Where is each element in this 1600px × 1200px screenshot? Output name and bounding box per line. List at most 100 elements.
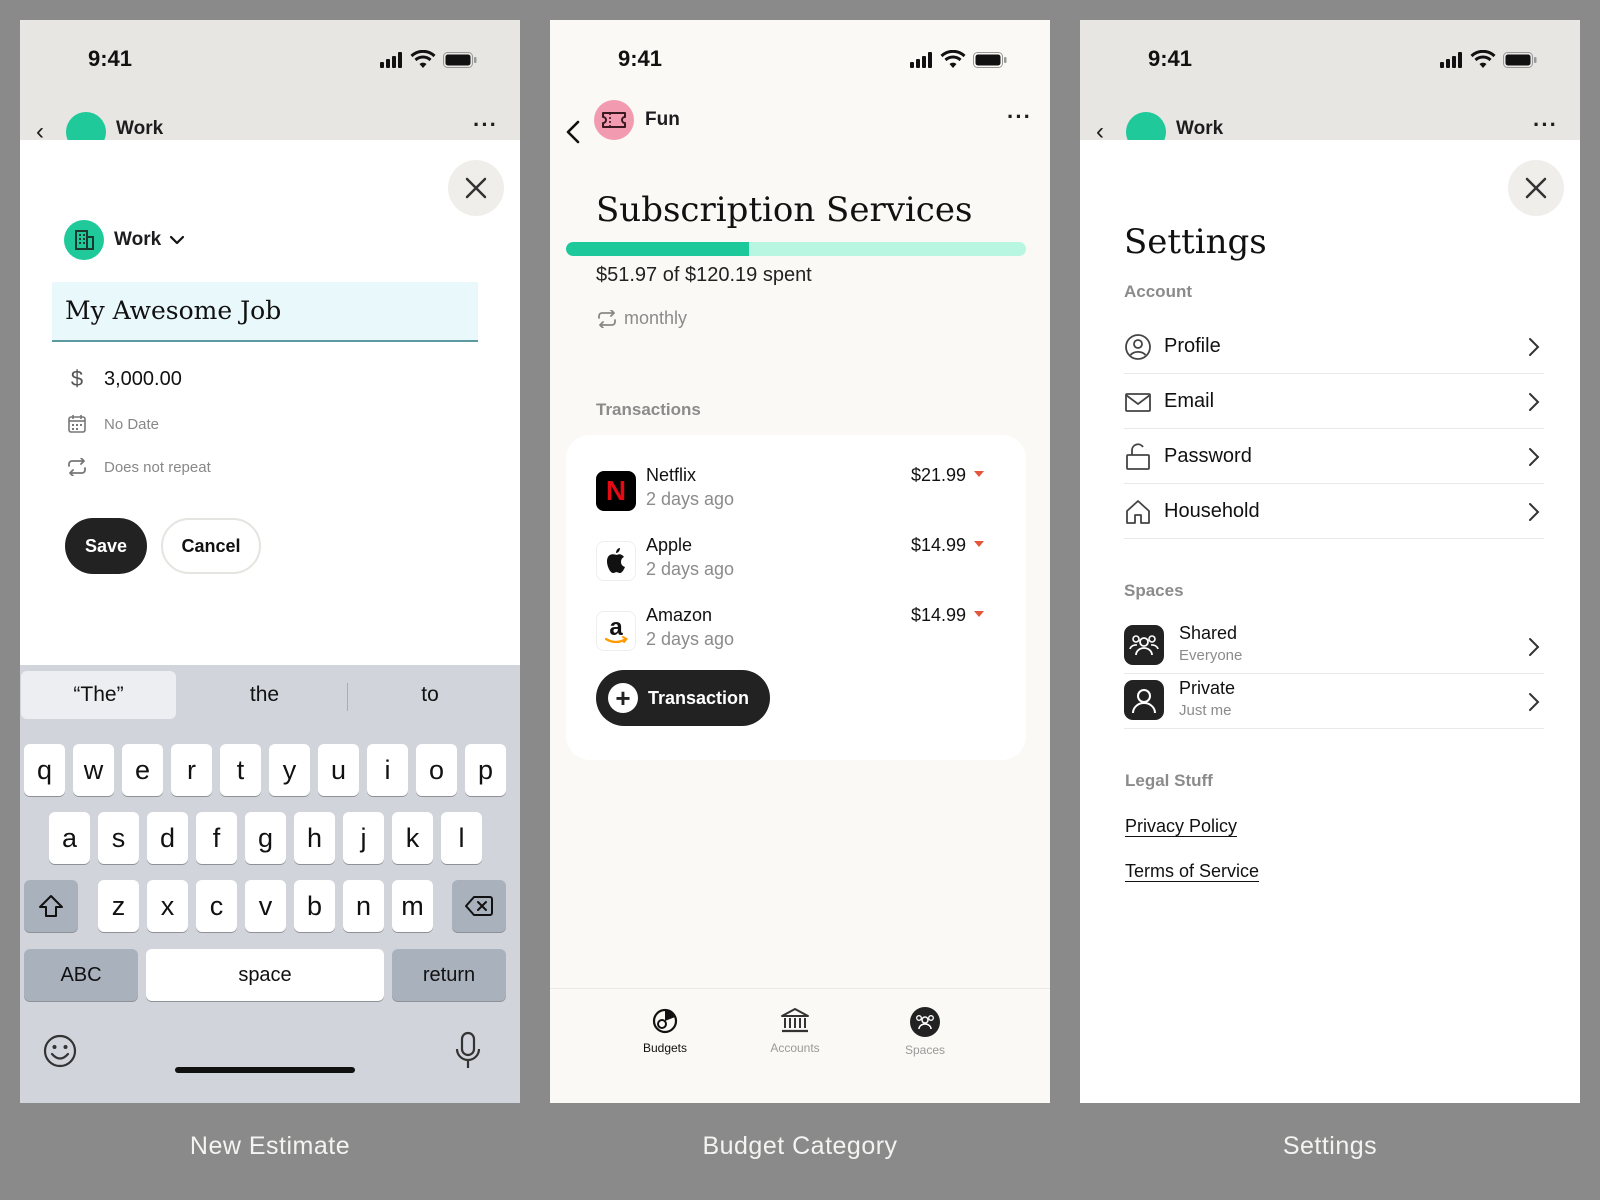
letter-key[interactable]: f [196, 812, 237, 864]
letter-key[interactable]: i [367, 744, 408, 796]
suggestion-1[interactable]: “The” [21, 671, 176, 719]
letter-key[interactable]: b [294, 880, 335, 932]
letter-key[interactable]: d [147, 812, 188, 864]
letter-key[interactable]: e [122, 744, 163, 796]
letter-key[interactable]: z [98, 880, 139, 932]
transaction-name: Amazon [646, 605, 713, 625]
space-key[interactable]: space [146, 949, 384, 1001]
letter-key[interactable]: w [73, 744, 114, 796]
space-item-label: Shared [1179, 623, 1238, 643]
user-circle-icon [1125, 334, 1151, 360]
space-item-private[interactable]: Private Just me [1124, 674, 1544, 729]
letter-key[interactable]: p [465, 744, 506, 796]
cellular-signal-icon [1440, 52, 1464, 68]
more-icon[interactable]: ··· [473, 112, 498, 138]
transaction-row[interactable]: Apple 2 days ago $14.99 [596, 535, 996, 601]
chevron-right-icon [1529, 448, 1540, 466]
letter-key[interactable]: a [49, 812, 90, 864]
letter-key[interactable]: v [245, 880, 286, 932]
return-key[interactable]: return [392, 949, 506, 1001]
space-item-shared[interactable]: Shared Everyone [1124, 619, 1544, 674]
letter-key[interactable]: u [318, 744, 359, 796]
tab-spaces[interactable]: Spaces [875, 1007, 975, 1057]
letter-key[interactable]: m [392, 880, 433, 932]
save-button[interactable]: Save [65, 518, 147, 574]
transaction-row[interactable]: a Amazon 2 days ago $14.99 [596, 605, 996, 671]
estimate-title-input[interactable]: My Awesome Job [52, 282, 478, 342]
amount-value: 3,000.00 [104, 367, 182, 390]
letter-key[interactable]: k [392, 812, 433, 864]
date-field[interactable]: No Date [64, 414, 159, 434]
frequency-row: monthly [596, 308, 687, 329]
letter-key[interactable]: j [343, 812, 384, 864]
close-button[interactable] [448, 160, 504, 216]
settings-item-password[interactable]: Password [1124, 429, 1544, 484]
wifi-icon [1470, 50, 1496, 68]
back-chevron-icon[interactable]: ‹ [1096, 118, 1104, 140]
letter-key[interactable]: o [416, 744, 457, 796]
shift-icon [39, 895, 63, 917]
cellular-signal-icon [910, 52, 934, 68]
microphone-icon[interactable] [454, 1031, 482, 1071]
tab-budgets[interactable]: Budgets [615, 1007, 715, 1055]
tab-label: Spaces [904, 1043, 946, 1057]
back-chevron-icon[interactable]: ‹ [36, 118, 44, 140]
repeat-field[interactable]: Does not repeat [64, 458, 211, 476]
nav-bar: Fun ··· [550, 100, 1050, 160]
amount-field[interactable]: $ 3,000.00 [64, 366, 182, 392]
shift-key[interactable] [24, 880, 78, 932]
emoji-icon[interactable] [42, 1033, 78, 1069]
caption-budget-category: Budget Category [702, 1132, 898, 1160]
more-icon[interactable]: ··· [1533, 112, 1558, 138]
more-icon[interactable]: ··· [1007, 104, 1032, 130]
suggestion-3[interactable]: to [350, 671, 510, 719]
bank-icon [781, 1008, 809, 1033]
settings-item-profile[interactable]: Profile [1124, 319, 1544, 374]
abc-key[interactable]: ABC [24, 949, 138, 1001]
transaction-amount: $21.99 [910, 465, 966, 485]
privacy-policy-link[interactable]: Privacy Policy [1125, 816, 1237, 837]
letter-key[interactable]: h [294, 812, 335, 864]
add-transaction-label: Transaction [648, 687, 750, 708]
new-estimate-screen: 9:41 ‹ Work ··· Work My Awesome Job $ 3,… [20, 20, 520, 1103]
home-indicator [175, 1067, 355, 1073]
transaction-amount: $14.99 [910, 605, 966, 625]
letter-key[interactable]: x [147, 880, 188, 932]
decrease-caret-icon [974, 471, 984, 477]
nav-space-label: Work [1176, 118, 1224, 139]
cancel-button[interactable]: Cancel [161, 518, 261, 574]
terms-of-service-link[interactable]: Terms of Service [1125, 861, 1259, 882]
transaction-row[interactable]: N Netflix 2 days ago $21.99 [596, 465, 996, 531]
tab-label: Budgets [642, 1041, 688, 1055]
letter-key[interactable]: s [98, 812, 139, 864]
letter-key[interactable]: c [196, 880, 237, 932]
close-button[interactable] [1508, 160, 1564, 216]
transaction-date: 2 days ago [646, 629, 735, 649]
back-chevron-icon[interactable] [566, 120, 580, 144]
tab-accounts[interactable]: Accounts [745, 1007, 845, 1055]
chevron-right-icon [1529, 393, 1540, 411]
settings-item-household[interactable]: Household [1124, 484, 1544, 539]
transaction-date: 2 days ago [646, 489, 735, 509]
letter-key[interactable]: n [343, 880, 384, 932]
transaction-name: Apple [646, 535, 693, 555]
letter-key[interactable]: q [24, 744, 65, 796]
letter-key[interactable]: g [245, 812, 286, 864]
settings-item-email[interactable]: Email [1124, 374, 1544, 429]
group-icon [1124, 625, 1164, 665]
background-nav-bar: ‹ Work ··· [20, 100, 520, 140]
transactions-header: Transactions [596, 400, 701, 419]
letter-key[interactable]: y [269, 744, 310, 796]
tab-label: Accounts [770, 1041, 820, 1055]
letter-key[interactable]: t [220, 744, 261, 796]
letter-key[interactable]: r [171, 744, 212, 796]
battery-icon [973, 52, 1007, 68]
suggestion-2[interactable]: the [182, 671, 347, 719]
page-title: Subscription Services [596, 190, 973, 230]
letter-key[interactable]: l [441, 812, 482, 864]
delete-key[interactable] [452, 880, 506, 932]
add-transaction-button[interactable]: + Transaction [596, 670, 770, 726]
background-nav-bar: ‹ Work ··· [1080, 100, 1580, 140]
nav-category-label: Fun [645, 109, 680, 130]
space-picker[interactable]: Work [64, 220, 185, 260]
